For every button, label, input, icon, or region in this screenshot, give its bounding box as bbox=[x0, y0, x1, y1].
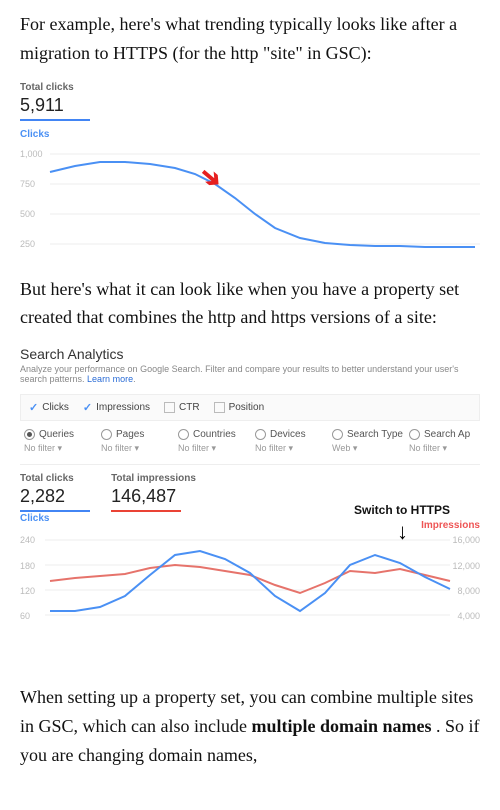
checkbox-icon bbox=[214, 402, 225, 413]
sa-toolbar: ✓ Clicks ✓ Impressions CTR Position bbox=[20, 394, 480, 421]
radio-icon bbox=[101, 429, 112, 440]
para-1: For example, here's what trending typica… bbox=[20, 10, 480, 68]
filter-devices[interactable]: Devices No filter ▾ bbox=[255, 429, 322, 454]
sa-filters: Queries No filter ▾ Pages No filter ▾ Co… bbox=[20, 421, 480, 465]
radio-icon bbox=[255, 429, 266, 440]
radio-icon bbox=[24, 429, 35, 440]
ytick: 250 bbox=[20, 239, 35, 249]
filter-sub: No filter ▾ bbox=[178, 443, 245, 454]
toggle-impressions[interactable]: ✓ Impressions bbox=[83, 401, 150, 414]
filter-sub: No filter ▾ bbox=[24, 443, 91, 454]
chart-2: Total clicks 2,282 Total impressions 146… bbox=[20, 473, 480, 623]
radio-icon bbox=[178, 429, 189, 440]
ytick: 500 bbox=[20, 209, 35, 219]
chart-1-line bbox=[50, 162, 475, 247]
chart-1-plot: 1,000 750 500 250 ➔ bbox=[20, 142, 480, 257]
chart-2-line-clicks bbox=[50, 551, 450, 611]
ytick-right: 8,000 bbox=[457, 586, 480, 596]
metric-label: Total clicks bbox=[20, 473, 90, 484]
metric-value: 146,487 bbox=[111, 486, 196, 507]
sa-desc-text: Analyze your performance on Google Searc… bbox=[20, 364, 458, 384]
filter-sub: No filter ▾ bbox=[101, 443, 168, 454]
ytick-right: 4,000 bbox=[457, 611, 480, 621]
filter-sub: No filter ▾ bbox=[409, 443, 476, 454]
axis-label-clicks: Clicks bbox=[20, 513, 49, 524]
filter-search-appearance[interactable]: Search Ap No filter ▾ bbox=[409, 429, 476, 454]
filter-label: Search Ap bbox=[424, 429, 470, 440]
learn-more-link[interactable]: Learn more bbox=[87, 374, 133, 384]
toggle-impressions-label: Impressions bbox=[96, 402, 150, 413]
toggle-ctr[interactable]: CTR bbox=[164, 402, 200, 413]
filter-sub: Web ▾ bbox=[332, 443, 399, 454]
metric-label: Total impressions bbox=[111, 473, 196, 484]
chart-1-svg bbox=[20, 142, 480, 257]
para-2: But here's what it can look like when yo… bbox=[20, 275, 480, 333]
metric-total-clicks: Total clicks 5,911 bbox=[20, 82, 90, 121]
ytick: 750 bbox=[20, 179, 35, 189]
para-3b: multiple domain names bbox=[251, 716, 431, 736]
toggle-clicks-label: Clicks bbox=[42, 402, 69, 413]
sa-title: Search Analytics bbox=[20, 346, 480, 362]
filter-countries[interactable]: Countries No filter ▾ bbox=[178, 429, 245, 454]
metric-label: Total clicks bbox=[20, 82, 90, 93]
check-icon: ✓ bbox=[29, 401, 38, 414]
para-3: When setting up a property set, you can … bbox=[20, 683, 480, 769]
ytick-left: 180 bbox=[20, 561, 35, 571]
chart-2-plot: 240 180 120 60 16,000 12,000 8,000 4,000 bbox=[20, 533, 480, 623]
annotation-switch-https: Switch to HTTPS bbox=[354, 503, 450, 517]
filter-label: Pages bbox=[116, 429, 144, 440]
ytick-left: 60 bbox=[20, 611, 30, 621]
check-icon: ✓ bbox=[83, 401, 92, 414]
filter-label: Countries bbox=[193, 429, 236, 440]
toggle-ctr-label: CTR bbox=[179, 402, 200, 413]
ytick-left: 240 bbox=[20, 535, 35, 545]
toggle-position-label: Position bbox=[229, 402, 265, 413]
sa-desc: Analyze your performance on Google Searc… bbox=[20, 364, 480, 384]
ytick: 1,000 bbox=[20, 149, 43, 159]
filter-queries[interactable]: Queries No filter ▾ bbox=[24, 429, 91, 454]
radio-icon bbox=[409, 429, 420, 440]
metric-value: 5,911 bbox=[20, 95, 90, 116]
filter-sub: No filter ▾ bbox=[255, 443, 322, 454]
axis-label-clicks: Clicks bbox=[20, 129, 480, 140]
filter-search-type[interactable]: Search Type Web ▾ bbox=[332, 429, 399, 454]
metric-total-impressions: Total impressions 146,487 bbox=[111, 473, 196, 512]
toggle-clicks[interactable]: ✓ Clicks bbox=[29, 401, 69, 414]
ytick-right: 12,000 bbox=[452, 561, 480, 571]
chart-1: Total clicks 5,911 Clicks 1,000 750 500 … bbox=[20, 82, 480, 257]
toggle-position[interactable]: Position bbox=[214, 402, 265, 413]
ytick-right: 16,000 bbox=[452, 535, 480, 545]
checkbox-icon bbox=[164, 402, 175, 413]
chart-2-line-impressions bbox=[50, 565, 450, 593]
filter-label: Queries bbox=[39, 429, 74, 440]
filter-pages[interactable]: Pages No filter ▾ bbox=[101, 429, 168, 454]
metric-total-clicks: Total clicks 2,282 bbox=[20, 473, 90, 512]
metric-value: 2,282 bbox=[20, 486, 90, 507]
ytick-left: 120 bbox=[20, 586, 35, 596]
chart-2-svg bbox=[20, 533, 480, 623]
radio-icon bbox=[332, 429, 343, 440]
axis-label-impressions: Impressions bbox=[421, 520, 480, 531]
filter-label: Search Type bbox=[347, 429, 403, 440]
filter-label: Devices bbox=[270, 429, 306, 440]
